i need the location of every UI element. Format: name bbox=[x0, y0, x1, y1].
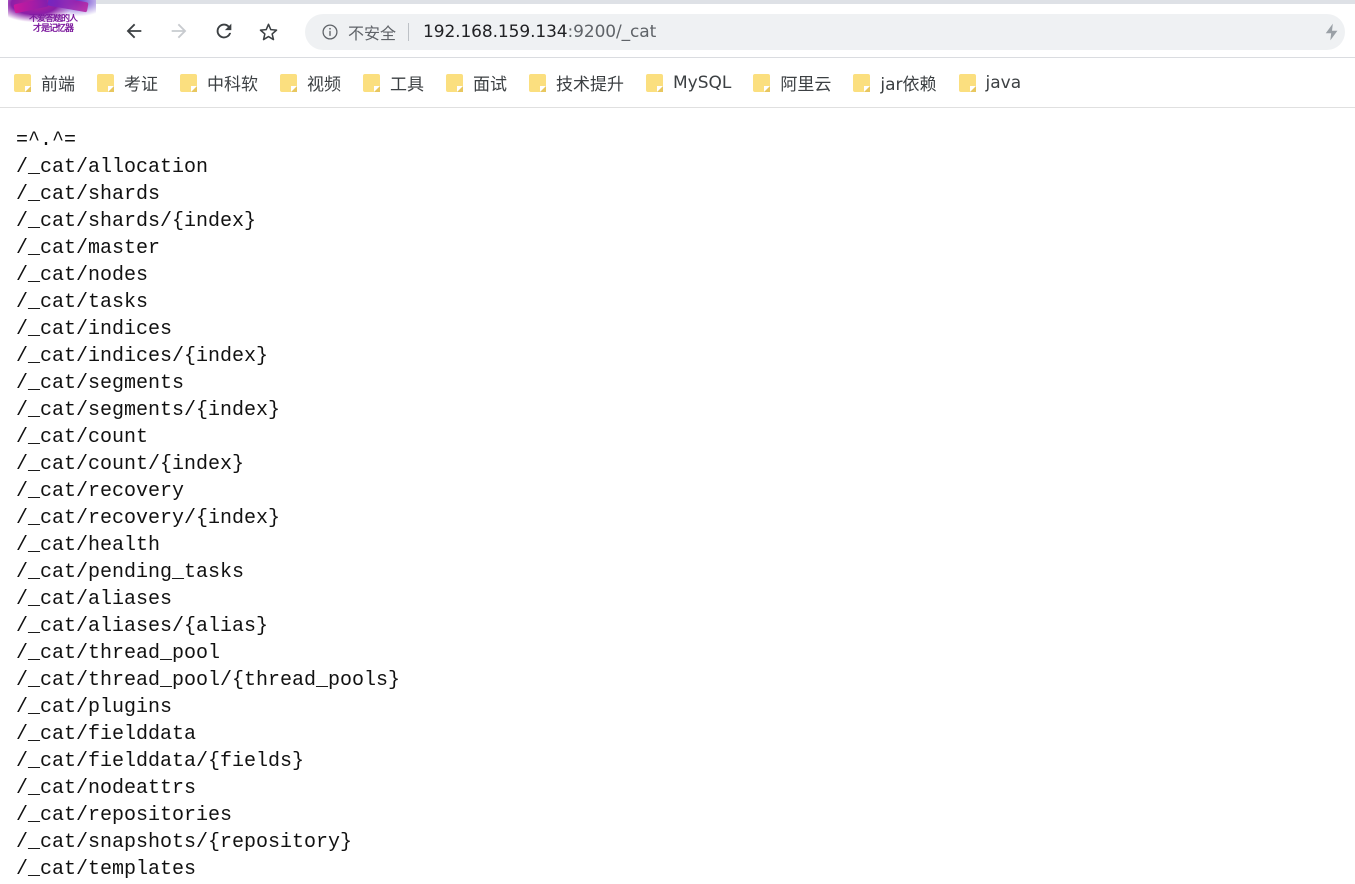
bookmark-item[interactable]: 前端 bbox=[14, 67, 83, 99]
cat-endpoint-line: /_cat/tasks bbox=[16, 291, 149, 314]
url-host: 192.168.159.134 bbox=[423, 22, 568, 42]
cat-endpoint-line: /_cat/master bbox=[16, 237, 161, 260]
bookmark-item[interactable]: 中科软 bbox=[180, 67, 266, 99]
cat-endpoint-line: /_cat/snapshots/{repository} bbox=[16, 831, 353, 854]
bookmark-label: 工具 bbox=[390, 75, 424, 95]
folder-icon bbox=[646, 73, 663, 93]
omnibox-divider bbox=[408, 23, 410, 41]
folder-icon bbox=[853, 73, 871, 93]
bookmark-label: 面试 bbox=[473, 75, 507, 95]
bookmark-label: MySQL bbox=[673, 72, 732, 93]
cat-endpoint-line: /_cat/aliases/{alias} bbox=[16, 615, 269, 638]
cat-endpoint-line: /_cat/fielddata bbox=[16, 723, 197, 746]
favicon-caption-line2: 才是记忆器 bbox=[32, 24, 74, 34]
favicon-artwork: 不爱答题的人 才是记忆器 bbox=[8, 0, 96, 46]
cat-endpoint-line: /_cat/indices/{index} bbox=[16, 345, 269, 368]
bookmark-label: jar依赖 bbox=[880, 75, 937, 95]
bookmark-label: 前端 bbox=[41, 75, 75, 95]
bookmark-label: java bbox=[985, 72, 1022, 93]
star-icon bbox=[259, 23, 277, 40]
info-circle-icon[interactable] bbox=[321, 23, 339, 41]
cat-endpoint-line: /_cat/indices bbox=[16, 318, 173, 341]
cat-endpoint-line: /_cat/count/{index} bbox=[16, 453, 245, 476]
cat-endpoint-line: /_cat/thread_pool bbox=[16, 642, 221, 665]
cat-endpoint-line: /_cat/pending_tasks bbox=[16, 561, 245, 584]
bookmark-star-button[interactable] bbox=[251, 14, 285, 48]
cat-endpoint-line: /_cat/templates bbox=[16, 858, 197, 881]
browser-toolbar: 不爱答题的人 才是记忆器 不安全 192.168.159.134:9200/_c… bbox=[0, 0, 1355, 58]
cat-endpoint-line: /_cat/recovery bbox=[16, 480, 185, 503]
bookmark-label: 技术提升 bbox=[556, 75, 624, 95]
folder-icon bbox=[180, 73, 197, 93]
back-button[interactable] bbox=[117, 14, 151, 48]
bookmark-item[interactable]: 面试 bbox=[446, 67, 515, 99]
cat-endpoint-line: /_cat/recovery/{index} bbox=[16, 507, 281, 530]
bookmark-item[interactable]: jar依赖 bbox=[853, 67, 944, 99]
forward-arrow-icon bbox=[171, 23, 187, 39]
favicon-brush-1 bbox=[13, 0, 49, 14]
favicon-brush-2 bbox=[47, 0, 89, 13]
browser-window: 不爱答题的人 才是记忆器 不安全 192.168.159.134:9200/_c… bbox=[0, 0, 1355, 884]
bookmark-label: 中科软 bbox=[207, 75, 258, 95]
favicon-caption-line1: 不爱答题的人 bbox=[28, 14, 78, 24]
bookmarks-bar: 前端 考证 中科软 视频 工具 面试 技术提升 MySQL 阿里云 jar依赖 … bbox=[0, 58, 1355, 108]
cat-ascii-art: =^.^= bbox=[16, 129, 77, 152]
site-favicon[interactable]: 不爱答题的人 才是记忆器 bbox=[8, 0, 96, 46]
bookmark-label: 考证 bbox=[124, 75, 158, 95]
cat-endpoint-line: /_cat/nodes bbox=[16, 264, 149, 287]
cat-endpoint-line: /_cat/allocation bbox=[16, 156, 209, 179]
cat-endpoint-line: /_cat/nodeattrs bbox=[16, 777, 197, 800]
bookmark-label: 视频 bbox=[307, 75, 341, 95]
folder-icon bbox=[529, 73, 546, 93]
folder-icon bbox=[97, 73, 114, 93]
cat-endpoint-line: /_cat/fielddata/{fields} bbox=[16, 750, 305, 773]
back-arrow-icon bbox=[126, 23, 142, 39]
cat-endpoint-line: /_cat/health bbox=[16, 534, 161, 557]
cat-endpoint-line: /_cat/thread_pool/{thread_pools} bbox=[16, 669, 401, 692]
bookmark-item[interactable]: java bbox=[958, 67, 1030, 99]
security-status-text: 不安全 bbox=[348, 24, 397, 43]
folder-icon bbox=[958, 73, 976, 93]
cat-endpoint-line: /_cat/repositories bbox=[16, 804, 233, 827]
url-path: :9200/_cat bbox=[567, 22, 657, 42]
folder-icon bbox=[446, 73, 463, 93]
favicon-caption: 不爱答题的人 才是记忆器 bbox=[24, 14, 82, 36]
bookmark-item[interactable]: 工具 bbox=[363, 67, 432, 99]
folder-icon bbox=[280, 73, 297, 93]
forward-button[interactable] bbox=[162, 14, 196, 48]
page-content: =^.^= /_cat/allocation /_cat/shards /_cat/s… bbox=[0, 109, 1355, 884]
bookmark-label: 阿里云 bbox=[780, 75, 832, 95]
reload-button[interactable] bbox=[207, 14, 241, 48]
bookmark-item[interactable]: 视频 bbox=[280, 67, 349, 99]
url-text: 192.168.159.134:9200/_cat bbox=[423, 22, 656, 42]
bookmark-item[interactable]: MySQL bbox=[646, 67, 739, 99]
reload-icon bbox=[216, 23, 232, 39]
folder-icon bbox=[14, 73, 31, 93]
cat-endpoint-line: /_cat/shards/{index} bbox=[16, 210, 257, 233]
bookmark-item[interactable]: 考证 bbox=[97, 67, 166, 99]
folder-icon bbox=[363, 73, 380, 93]
cat-endpoint-line: /_cat/segments bbox=[16, 372, 185, 395]
cat-endpoint-line: /_cat/aliases bbox=[16, 588, 173, 611]
cat-endpoint-line: /_cat/count bbox=[16, 426, 149, 449]
cat-endpoints-listing: =^.^= /_cat/allocation /_cat/shards /_cat/s… bbox=[0, 109, 1355, 883]
cat-endpoint-line: /_cat/segments/{index} bbox=[16, 399, 281, 422]
bookmark-item[interactable]: 阿里云 bbox=[753, 67, 839, 99]
cat-endpoint-line: /_cat/plugins bbox=[16, 696, 173, 719]
folder-icon bbox=[753, 73, 771, 93]
address-bar[interactable]: 不安全 192.168.159.134:9200/_cat bbox=[305, 14, 1345, 50]
cat-endpoint-line: /_cat/shards bbox=[16, 183, 161, 206]
bookmark-item[interactable]: 技术提升 bbox=[529, 67, 632, 99]
lightning-bolt-icon[interactable] bbox=[1321, 21, 1343, 43]
